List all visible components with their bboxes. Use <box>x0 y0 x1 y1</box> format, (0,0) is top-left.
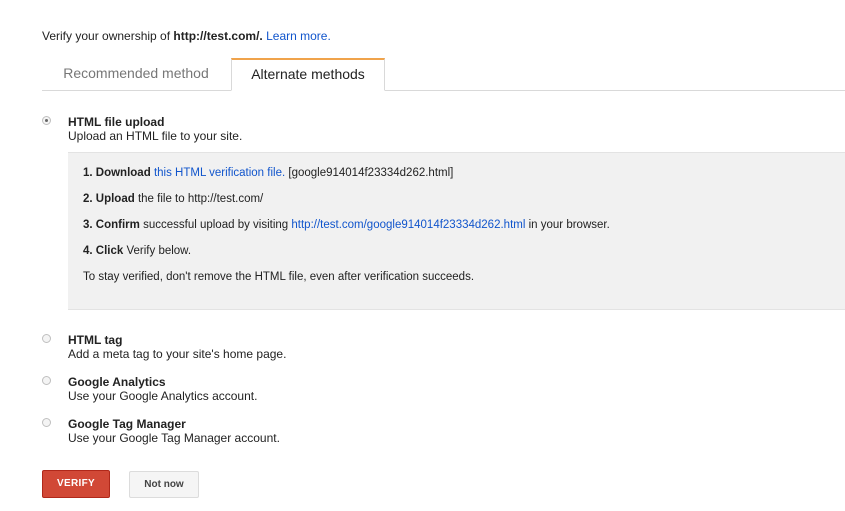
option-description: Use your Google Analytics account. <box>68 389 258 403</box>
tab-recommended-method[interactable]: Recommended method <box>42 58 230 89</box>
option-html-file-upload[interactable]: HTML file upload Upload an HTML file to … <box>42 115 442 145</box>
step-text: Verify below. <box>126 245 192 257</box>
radio-google-analytics[interactable] <box>42 376 51 385</box>
ownership-header: Verify your ownership of http://test.com… <box>42 29 331 43</box>
option-google-analytics[interactable]: Google Analytics Use your Google Analyti… <box>42 375 442 405</box>
verification-url-link[interactable]: http://test.com/google914014f23334d262.h… <box>291 219 525 231</box>
verify-button[interactable]: VERIFY <box>42 470 110 498</box>
method-tabs: Recommended method Alternate methods <box>42 58 845 91</box>
verification-file-link[interactable]: this HTML verification file. <box>154 167 285 179</box>
option-google-tag-manager[interactable]: Google Tag Manager Use your Google Tag M… <box>42 417 442 447</box>
step-confirm: 3. Confirm successful upload by visiting… <box>83 219 610 231</box>
option-description: Use your Google Tag Manager account. <box>68 431 280 445</box>
option-title: HTML tag <box>68 333 123 347</box>
instructions-panel: 1. Download this HTML verification file.… <box>68 152 845 310</box>
header-prefix: Verify your ownership of <box>42 29 174 43</box>
radio-html-tag[interactable] <box>42 334 51 343</box>
tab-alternate-methods[interactable]: Alternate methods <box>231 58 385 91</box>
step-label: 2. Upload <box>83 193 135 205</box>
option-title: Google Tag Manager <box>68 417 186 431</box>
step-label: 4. Click <box>83 245 124 257</box>
step-label: 1. Download <box>83 167 151 179</box>
option-description: Add a meta tag to your site's home page. <box>68 347 287 361</box>
learn-more-link[interactable]: Learn more. <box>266 29 331 43</box>
radio-google-tag-manager[interactable] <box>42 418 51 427</box>
step-click: 4. Click Verify below. <box>83 245 191 257</box>
verification-page: Verify your ownership of http://test.com… <box>0 0 845 511</box>
radio-html-file-upload[interactable] <box>42 116 51 125</box>
option-html-tag[interactable]: HTML tag Add a meta tag to your site's h… <box>42 333 442 363</box>
step-upload: 2. Upload the file to http://test.com/ <box>83 193 263 205</box>
step-text: the file to http://test.com/ <box>137 193 264 205</box>
option-title: Google Analytics <box>68 375 166 389</box>
step-text: successful upload by visiting <box>143 219 289 231</box>
option-description: Upload an HTML file to your site. <box>68 129 243 143</box>
stay-verified-note: To stay verified, don't remove the HTML … <box>83 271 475 283</box>
site-url: http://test.com/. <box>173 29 263 43</box>
step-text: in your browser. <box>528 219 610 231</box>
not-now-button[interactable]: Not now <box>129 471 199 498</box>
step-label: 3. Confirm <box>83 219 140 231</box>
step-download: 1. Download this HTML verification file.… <box>83 167 453 179</box>
step-text: [google914014f23334d262.html] <box>288 167 454 179</box>
option-title: HTML file upload <box>68 115 165 129</box>
